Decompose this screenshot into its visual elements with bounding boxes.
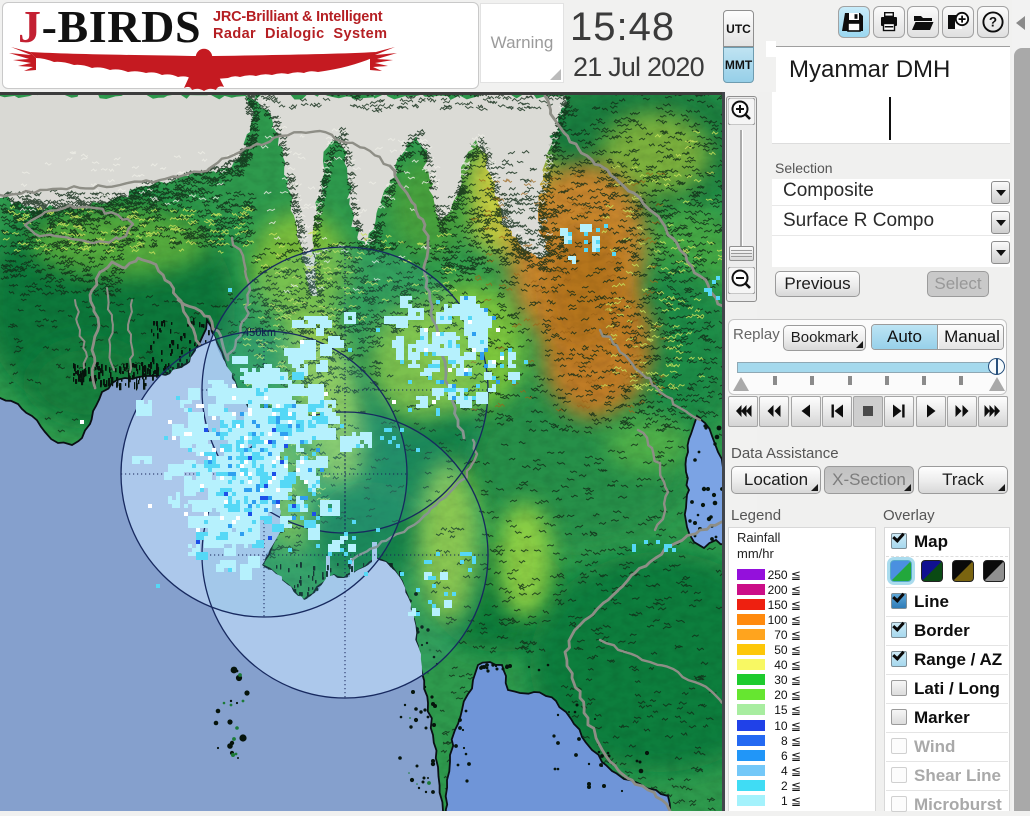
svg-text:450km: 450km bbox=[243, 327, 276, 339]
svg-text:?: ? bbox=[989, 15, 997, 30]
